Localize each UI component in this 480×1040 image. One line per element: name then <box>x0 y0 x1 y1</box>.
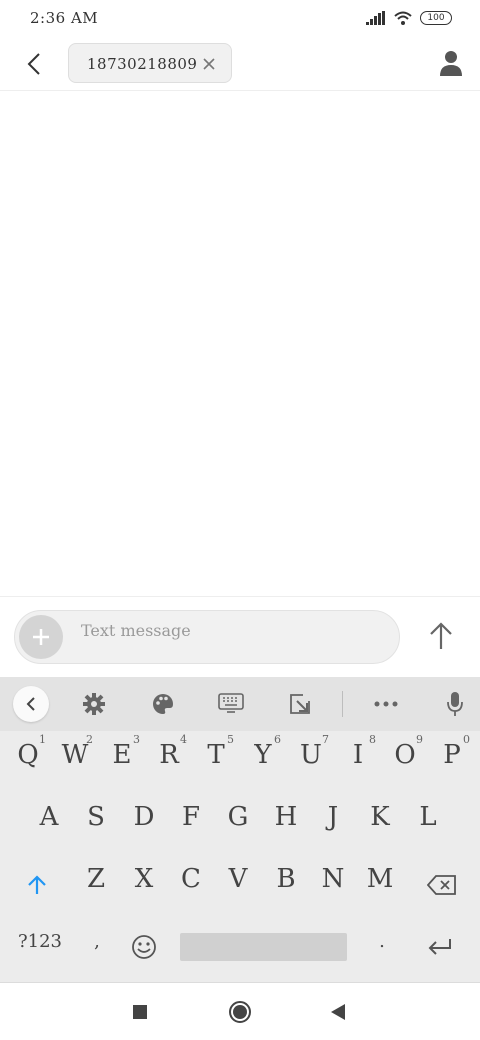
send-arrow-icon[interactable] <box>428 621 454 651</box>
key-n[interactable]: N <box>311 851 355 907</box>
status-time: 2:36 AM <box>30 9 99 27</box>
back-button[interactable] <box>18 48 50 80</box>
key-t[interactable]: T5 <box>194 727 238 783</box>
keyboard-icon <box>218 693 244 713</box>
palette-icon <box>153 694 173 714</box>
attach-button[interactable] <box>19 615 63 659</box>
key-u[interactable]: U7 <box>289 727 333 783</box>
plus-icon <box>33 629 49 645</box>
key-f[interactable]: F <box>169 789 213 845</box>
message-list <box>0 92 480 595</box>
battery-indicator: 100 <box>420 11 452 25</box>
key-s[interactable]: S <box>74 789 118 845</box>
key-m[interactable]: M <box>358 851 402 907</box>
backspace-key[interactable] <box>420 857 464 913</box>
key-o[interactable]: O9 <box>383 727 427 783</box>
key-d[interactable]: D <box>122 789 166 845</box>
keyboard-mode-button[interactable] <box>216 689 246 719</box>
more-button[interactable] <box>371 689 401 719</box>
key-k[interactable]: K <box>358 789 402 845</box>
status-icons: 100 <box>366 11 452 25</box>
more-icon <box>374 701 398 707</box>
key-v[interactable]: V <box>216 851 260 907</box>
resize-button[interactable] <box>285 689 315 719</box>
enter-icon <box>428 939 451 955</box>
key-p[interactable]: P0 <box>430 727 474 783</box>
recipient-number: 18730218809 <box>87 55 198 73</box>
conversation-header: 18730218809 <box>0 36 480 91</box>
key-r[interactable]: R4 <box>147 727 191 783</box>
settings-button[interactable] <box>79 689 109 719</box>
status-bar: 2:36 AM 100 <box>0 0 480 36</box>
home-button[interactable] <box>228 1000 252 1024</box>
system-nav-bar <box>0 982 480 1040</box>
shift-arrow-icon <box>28 875 46 894</box>
recents-square-icon <box>133 1005 147 1019</box>
voice-input-button[interactable] <box>440 689 470 719</box>
signal-icon <box>366 11 385 25</box>
message-input[interactable]: Text message <box>14 610 400 664</box>
key-l[interactable]: L <box>406 789 450 845</box>
key-h[interactable]: H <box>264 789 308 845</box>
microphone-icon <box>447 692 463 716</box>
shift-key[interactable] <box>15 857 59 913</box>
recipient-chip[interactable]: 18730218809 <box>68 43 232 83</box>
close-icon[interactable] <box>201 56 217 72</box>
key-b[interactable]: B <box>264 851 308 907</box>
space-key[interactable] <box>180 933 347 961</box>
key-z[interactable]: Z <box>74 851 118 907</box>
keyboard-toolbar <box>0 677 480 731</box>
home-circle-icon <box>229 1001 251 1023</box>
gear-icon <box>83 693 105 715</box>
key-j[interactable]: J <box>311 789 355 845</box>
key-a[interactable]: A <box>27 789 71 845</box>
key-g[interactable]: G <box>216 789 260 845</box>
compose-bar: Text message <box>0 596 480 676</box>
key-q[interactable]: Q1 <box>6 727 50 783</box>
symbols-key[interactable]: ?123 <box>14 913 66 969</box>
wifi-icon <box>394 11 412 25</box>
recents-button[interactable] <box>128 1000 152 1024</box>
toolbar-collapse-button[interactable] <box>13 686 49 722</box>
period-key[interactable]: . <box>360 913 404 969</box>
enter-key[interactable] <box>418 919 462 975</box>
back-triangle-icon <box>331 1004 345 1020</box>
key-x[interactable]: X <box>122 851 166 907</box>
back-nav-button[interactable] <box>326 1000 350 1024</box>
comma-key[interactable]: , <box>75 913 119 969</box>
emoji-icon <box>132 935 156 959</box>
toolbar-divider <box>342 691 343 717</box>
key-y[interactable]: Y6 <box>241 727 285 783</box>
key-c[interactable]: C <box>169 851 213 907</box>
theme-button[interactable] <box>148 689 178 719</box>
messaging-screen: 2:36 AM 100 18730218809 Text message Q 1… <box>0 0 480 1040</box>
emoji-key[interactable] <box>122 919 166 975</box>
resize-icon <box>290 694 310 714</box>
key-e[interactable]: E3 <box>100 727 144 783</box>
back-arrow-icon <box>27 53 40 75</box>
soft-keyboard: Q1 W2 E3 R4 T5 Y6 U7 I8 O9 P0 A S D F G … <box>0 677 480 982</box>
backspace-icon <box>427 875 456 895</box>
message-placeholder: Text message <box>81 621 191 640</box>
person-icon[interactable] <box>436 48 466 78</box>
chevron-left-icon <box>26 697 35 711</box>
key-i[interactable]: I8 <box>336 727 380 783</box>
key-w[interactable]: W2 <box>53 727 97 783</box>
